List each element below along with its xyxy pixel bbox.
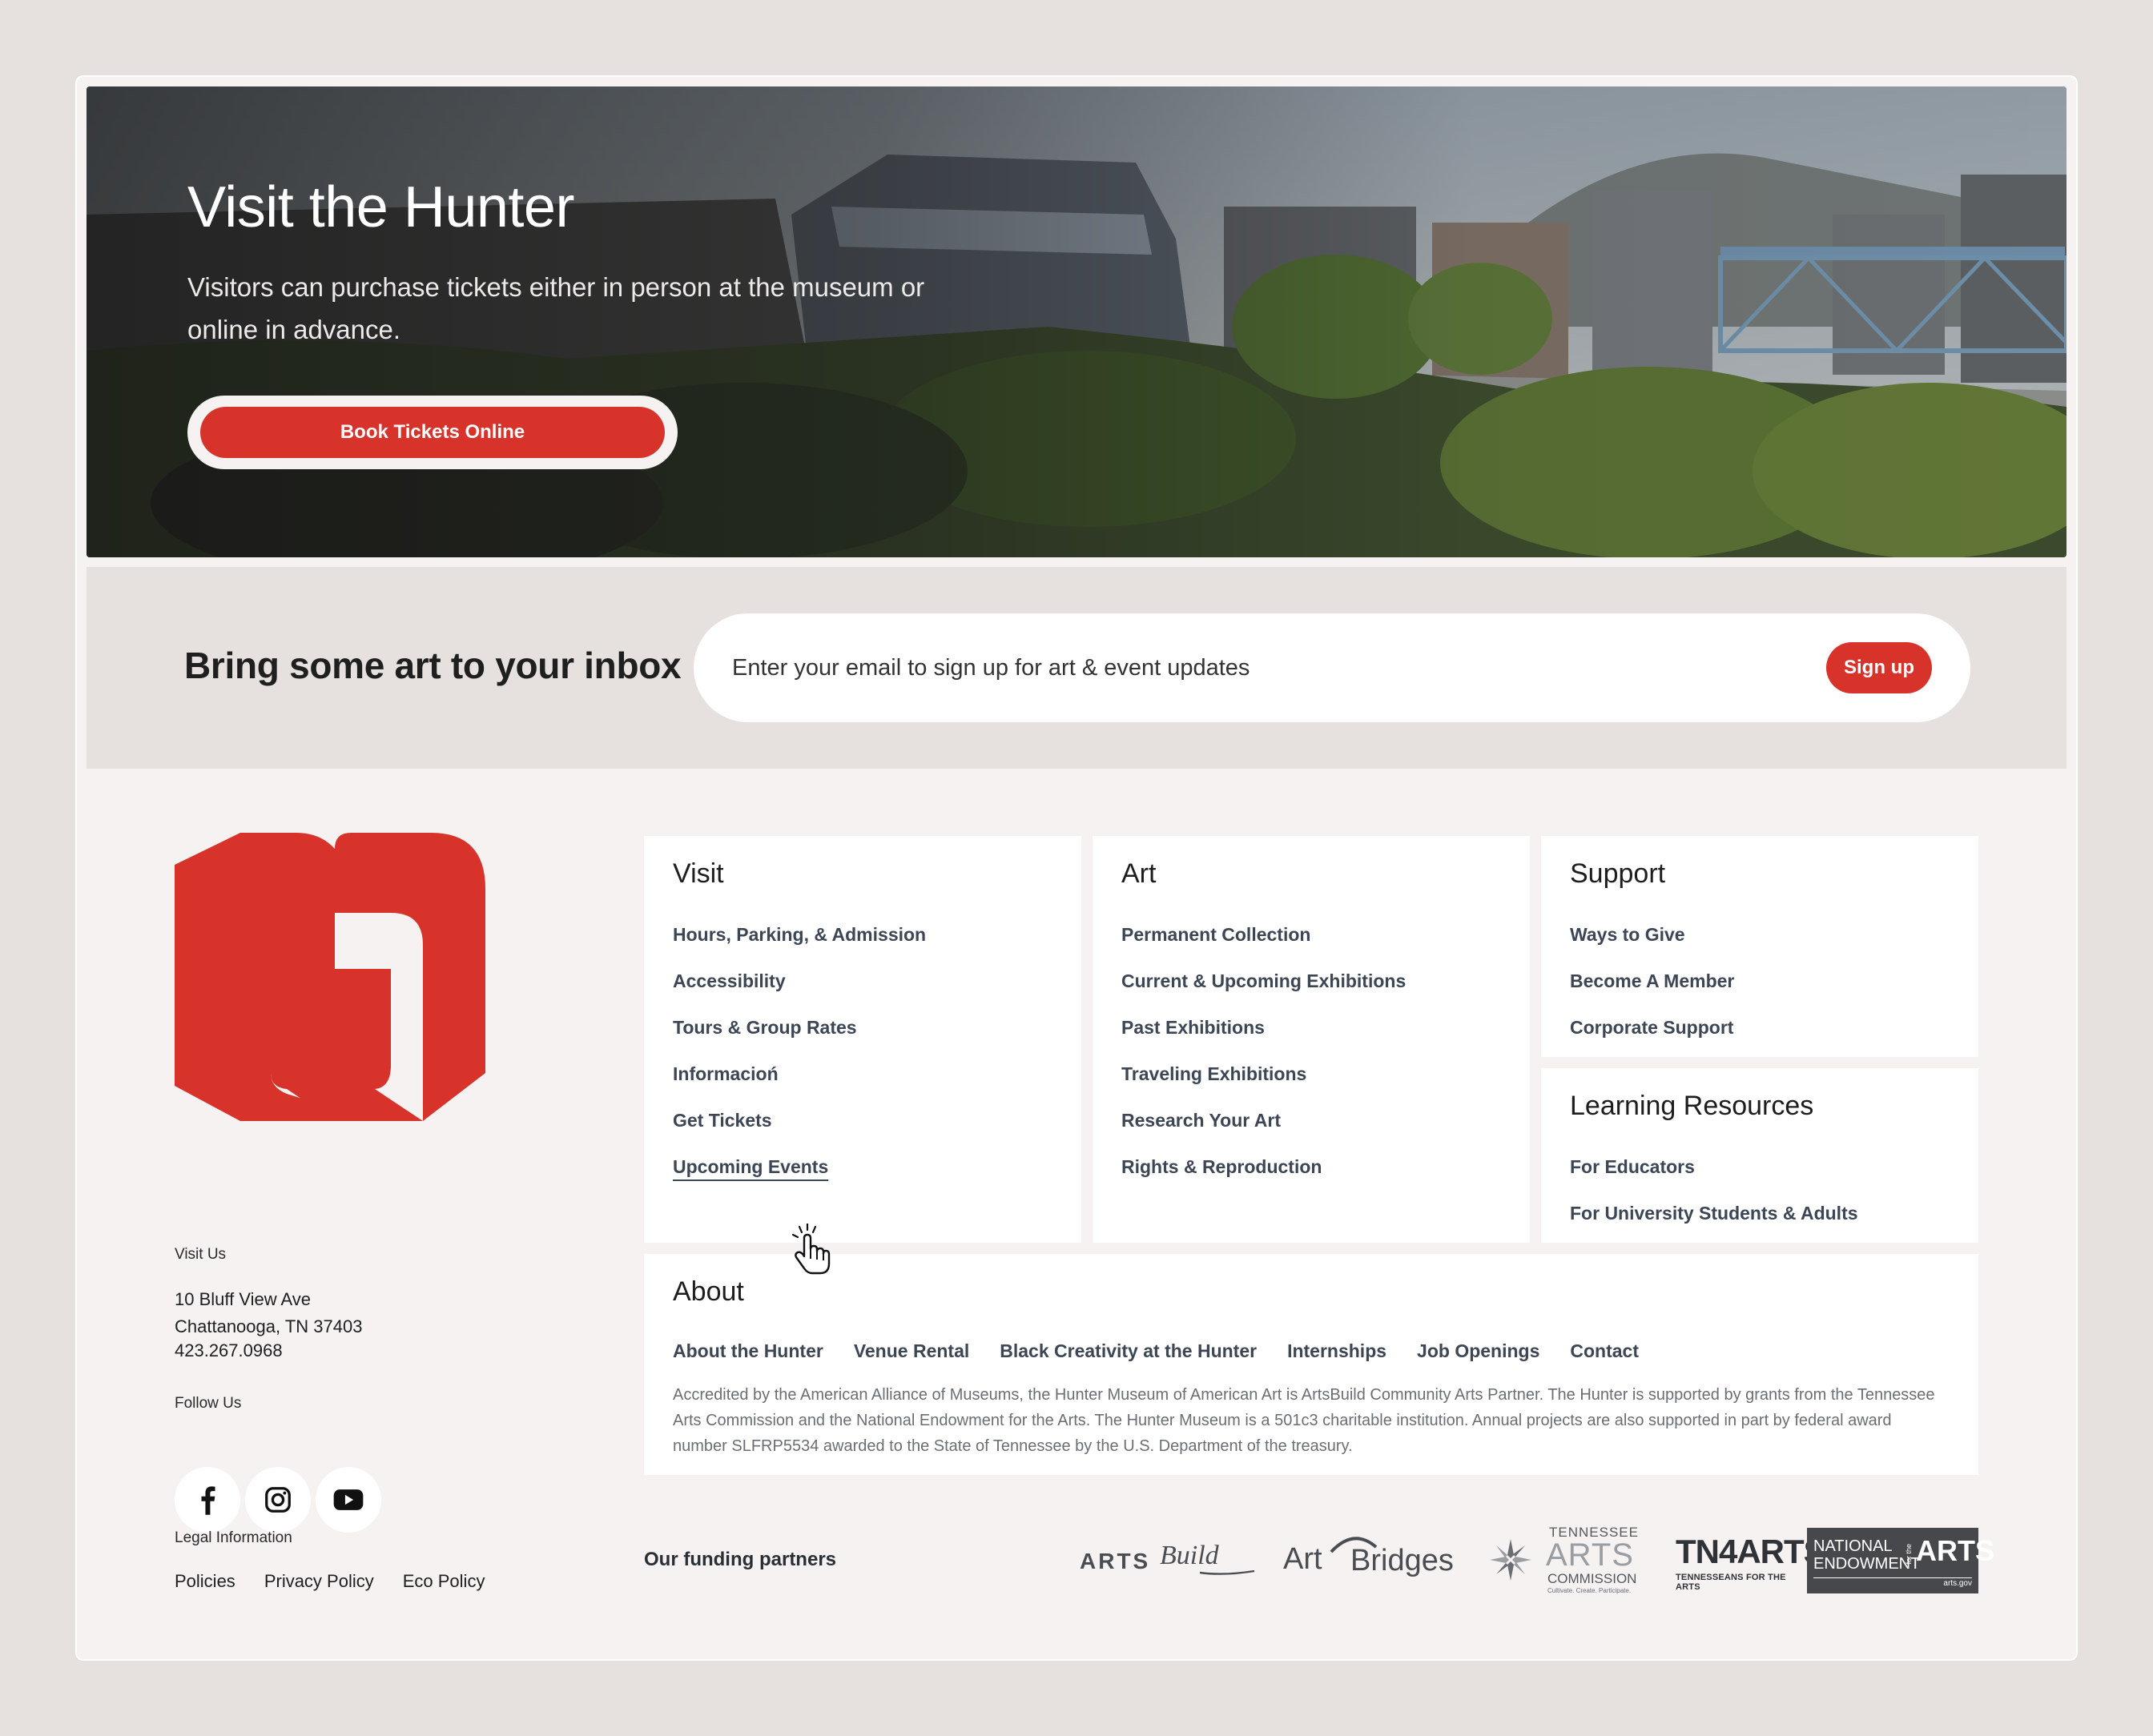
tac-star-icon <box>1490 1539 1531 1581</box>
artbridges-bridges: Bridges <box>1350 1544 1454 1577</box>
ways-to-give-link[interactable]: Ways to Give <box>1570 922 1734 969</box>
nea-logo[interactable]: NATIONAL ENDOWMENT for the ARTS arts.gov <box>1807 1528 1994 1593</box>
visit-us-label: Visit Us <box>175 1246 227 1263</box>
research-your-art-link[interactable]: Research Your Art <box>1121 1108 1406 1155</box>
permanent-collection-link[interactable]: Permanent Collection <box>1121 922 1406 969</box>
nea-line1: NATIONAL <box>1813 1537 1893 1555</box>
nea-url: arts.gov <box>1943 1579 1972 1588</box>
instagram-icon <box>265 1487 291 1513</box>
accreditation-text: Accredited by the American Alliance of M… <box>673 1386 1935 1455</box>
for-educators-link[interactable]: For Educators <box>1570 1155 1858 1201</box>
black-creativity-link[interactable]: Black Creativity at the Hunter <box>1000 1340 1257 1362</box>
tennessee-arts-commission-logo[interactable]: TENNESSEE ARTS COMMISSION Cultivate. Cre… <box>1488 1525 1648 1594</box>
hero-banner: Visit the Hunter Visitors can purchase t… <box>87 86 2066 557</box>
artsbuild-logo[interactable]: ARTS Build <box>1080 1541 1256 1579</box>
newsletter-section: Bring some art to your inbox Sign up <box>87 567 2066 769</box>
become-a-member-link[interactable]: Become A Member <box>1570 969 1734 1015</box>
visit-heading: Visit <box>673 858 724 889</box>
tn4arts-logo[interactable]: TN4ARTS TENNESSEANS FOR THE ARTS <box>1676 1533 1826 1592</box>
visit-panel: Visit Hours, Parking, & Admission Access… <box>644 836 1081 1243</box>
about-heading: About <box>673 1276 744 1307</box>
current-upcoming-exhibitions-link[interactable]: Current & Upcoming Exhibitions <box>1121 969 1406 1015</box>
venue-rental-link[interactable]: Venue Rental <box>854 1340 969 1362</box>
address: 10 Bluff View Ave Chattanooga, TN 37403 <box>175 1286 362 1340</box>
support-links: Ways to Give Become A Member Corporate S… <box>1570 922 1734 1062</box>
artbridges-art: Art <box>1283 1542 1322 1576</box>
tac-line3: COMMISSION <box>1547 1571 1637 1586</box>
tours-group-rates-link[interactable]: Tours & Group Rates <box>673 1015 926 1062</box>
tac-tagline: Cultivate. Create. Participate. <box>1547 1587 1632 1594</box>
get-tickets-link[interactable]: Get Tickets <box>673 1108 926 1155</box>
funding-partners-label: Our funding partners <box>644 1549 836 1570</box>
about-links: About the Hunter Venue Rental Black Crea… <box>673 1340 1639 1362</box>
policies-link[interactable]: Policies <box>175 1571 235 1592</box>
address-line-1: 10 Bluff View Ave <box>175 1289 312 1309</box>
youtube-link[interactable] <box>316 1467 381 1533</box>
learning-panel: Learning Resources For Educators For Uni… <box>1541 1068 1978 1243</box>
artsbuild-swash <box>1200 1569 1255 1575</box>
newsletter-title: Bring some art to your inbox <box>184 645 682 686</box>
legal-label: Legal Information <box>175 1529 292 1546</box>
corporate-support-link[interactable]: Corporate Support <box>1570 1015 1734 1062</box>
hero-title: Visit the Hunter <box>187 175 574 239</box>
signup-button[interactable]: Sign up <box>1826 642 1932 693</box>
instagram-link[interactable] <box>245 1467 311 1533</box>
support-heading: Support <box>1570 858 1666 889</box>
artbridges-logo[interactable]: Art Bridges <box>1283 1533 1464 1581</box>
social-links <box>175 1467 381 1533</box>
facebook-link[interactable] <box>175 1467 240 1533</box>
internships-link[interactable]: Internships <box>1287 1340 1386 1362</box>
email-input[interactable] <box>732 645 1773 690</box>
contact-link[interactable]: Contact <box>1570 1340 1639 1362</box>
nea-arts: ARTS <box>1916 1534 1994 1567</box>
hunter-logo[interactable] <box>175 833 487 1121</box>
for-university-students-link[interactable]: For University Students & Adults <box>1570 1201 1858 1248</box>
about-panel: About About the Hunter Venue Rental Blac… <box>644 1254 1978 1475</box>
support-panel: Support Ways to Give Become A Member Cor… <box>1541 836 1978 1057</box>
about-the-hunter-link[interactable]: About the Hunter <box>673 1340 823 1362</box>
job-openings-link[interactable]: Job Openings <box>1417 1340 1539 1362</box>
page-card: Visit the Hunter Visitors can purchase t… <box>75 75 2078 1661</box>
rights-reproduction-link[interactable]: Rights & Reproduction <box>1121 1155 1406 1201</box>
art-panel: Art Permanent Collection Current & Upcom… <box>1093 836 1530 1243</box>
follow-us-label: Follow Us <box>175 1395 242 1412</box>
hero-subtitle: Visitors can purchase tickets either in … <box>187 272 925 344</box>
art-links: Permanent Collection Current & Upcoming … <box>1121 922 1406 1201</box>
facebook-icon <box>201 1486 215 1515</box>
legal-links: Policies Privacy Policy Eco Policy <box>175 1571 485 1592</box>
newsletter-form: Sign up <box>694 613 1970 722</box>
learning-heading: Learning Resources <box>1570 1091 1814 1121</box>
past-exhibitions-link[interactable]: Past Exhibitions <box>1121 1015 1406 1062</box>
learning-links: For Educators For University Students & … <box>1570 1155 1858 1248</box>
privacy-policy-link[interactable]: Privacy Policy <box>264 1571 374 1592</box>
tn4arts-sub: TENNESSEANS FOR THE ARTS <box>1676 1573 1786 1592</box>
traveling-exhibitions-link[interactable]: Traveling Exhibitions <box>1121 1062 1406 1108</box>
hours-parking-admission-link[interactable]: Hours, Parking, & Admission <box>673 922 926 969</box>
eco-policy-link[interactable]: Eco Policy <box>403 1571 485 1592</box>
upcoming-events-link[interactable]: Upcoming Events <box>673 1155 926 1201</box>
nea-rule <box>1813 1577 1972 1578</box>
tac-line2: ARTS <box>1546 1537 1634 1573</box>
visit-links: Hours, Parking, & Admission Accessibilit… <box>673 922 926 1201</box>
book-tickets-wrap: Book Tickets Online <box>187 396 678 469</box>
art-heading: Art <box>1121 858 1157 889</box>
address-line-2: Chattanooga, TN 37403 <box>175 1316 363 1336</box>
youtube-icon <box>333 1489 364 1510</box>
tn4arts-main: TN4ARTS <box>1676 1533 1826 1570</box>
accessibility-link[interactable]: Accessibility <box>673 969 926 1015</box>
artsbuild-word: ARTS <box>1080 1549 1151 1573</box>
nea-for-the: for the <box>1905 1544 1913 1565</box>
informacion-link[interactable]: Informacioń <box>673 1062 926 1108</box>
phone-number[interactable]: 423.267.0968 <box>175 1340 283 1361</box>
book-tickets-button[interactable]: Book Tickets Online <box>200 407 665 458</box>
